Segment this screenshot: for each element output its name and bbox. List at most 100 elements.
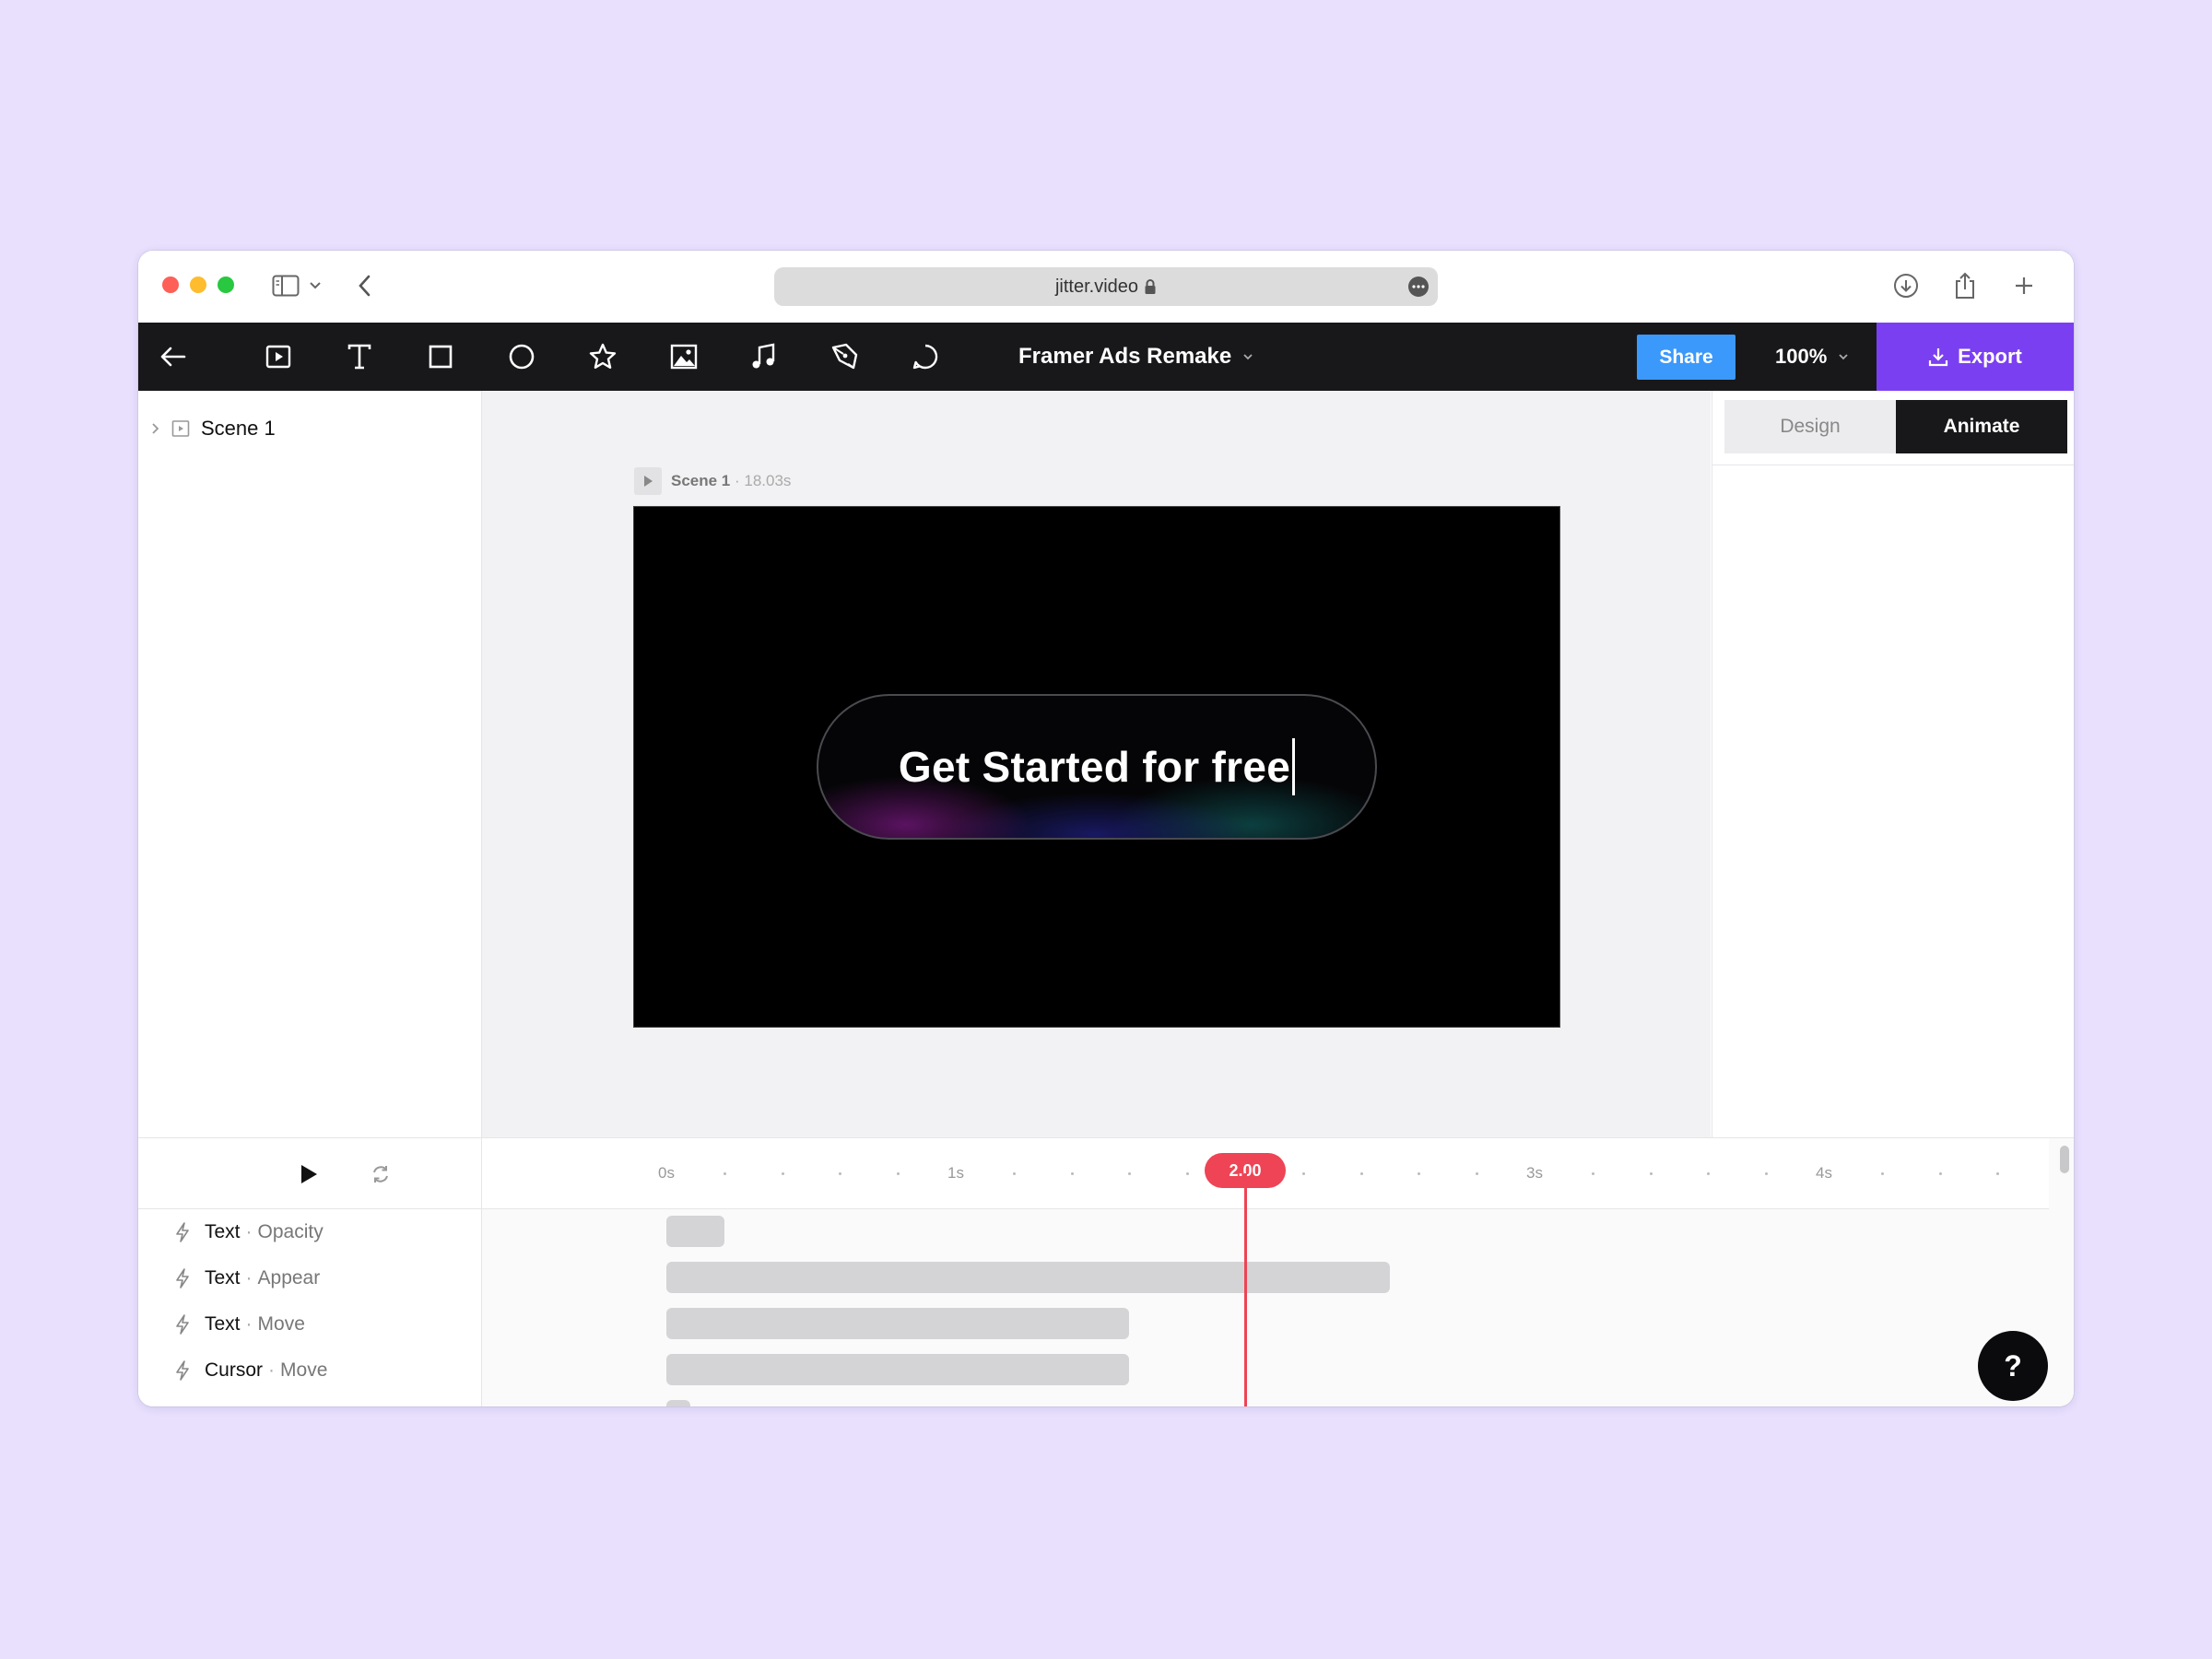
ruler-label: 4s bbox=[1816, 1164, 1832, 1182]
track-type: Appear bbox=[257, 1267, 321, 1288]
timeline-ruler[interactable]: 0s 1s 3s 4s 5s 2.00 bbox=[482, 1138, 2049, 1209]
app-toolbar: Framer Ads Remake Share 100% Export bbox=[138, 323, 2074, 391]
address-bar[interactable]: jitter.video bbox=[774, 267, 1438, 306]
ruler-tick bbox=[1649, 1172, 1653, 1175]
track-row[interactable]: Cursor · Move bbox=[175, 1357, 327, 1384]
track-target: Text bbox=[205, 1313, 241, 1335]
inspector-panel: Design Animate bbox=[1712, 391, 2074, 1137]
ruler-label: 0s bbox=[658, 1164, 675, 1182]
ruler-tick bbox=[897, 1172, 900, 1175]
help-button[interactable]: ? bbox=[1978, 1331, 2048, 1401]
minimize-window-button[interactable] bbox=[190, 276, 206, 293]
export-button[interactable]: Export bbox=[1877, 323, 2074, 391]
track-row[interactable]: Text · Opacity bbox=[175, 1218, 324, 1246]
close-window-button[interactable] bbox=[162, 276, 179, 293]
back-arrow-icon[interactable] bbox=[157, 340, 190, 373]
cta-pill[interactable]: Get Started for free bbox=[817, 694, 1377, 840]
pen-tool-icon[interactable] bbox=[828, 340, 861, 373]
share-button[interactable]: Share bbox=[1637, 335, 1735, 380]
timeline-panel: 0s 1s 3s 4s 5s 2.00 Text · Opacity Text … bbox=[138, 1137, 2074, 1406]
lightning-icon bbox=[175, 1268, 190, 1288]
scene-duration: · 18.03s bbox=[735, 472, 792, 489]
scene-icon bbox=[171, 419, 190, 438]
track-type: Move bbox=[257, 1313, 305, 1335]
document-title: Framer Ads Remake bbox=[1018, 344, 1232, 369]
track-row[interactable]: Text · Move bbox=[175, 1311, 305, 1338]
lock-icon bbox=[1144, 278, 1157, 295]
tab-design[interactable]: Design bbox=[1724, 400, 1896, 453]
ruler-tick bbox=[1359, 1172, 1363, 1175]
scene-tool-icon[interactable] bbox=[262, 340, 295, 373]
comment-tool-icon[interactable] bbox=[909, 340, 942, 373]
ruler-tick bbox=[781, 1172, 784, 1175]
timeline-scrollbar[interactable] bbox=[2060, 1146, 2069, 1173]
export-icon bbox=[1928, 347, 1948, 367]
scene-name: Scene 1 bbox=[671, 472, 731, 489]
ruler-label: 1s bbox=[947, 1164, 964, 1182]
ruler-tick bbox=[1996, 1172, 2000, 1175]
maximize-window-button[interactable] bbox=[218, 276, 234, 293]
track-separator: · bbox=[268, 1359, 276, 1381]
play-button[interactable] bbox=[295, 1160, 323, 1188]
browser-back-icon[interactable] bbox=[350, 271, 380, 300]
ruler-tick bbox=[1765, 1172, 1769, 1175]
inspector-tabs: Design Animate bbox=[1724, 400, 2067, 453]
cta-text[interactable]: Get Started for free bbox=[899, 742, 1290, 792]
ruler-tick bbox=[1128, 1172, 1132, 1175]
track-area[interactable] bbox=[482, 1209, 2049, 1406]
track-row[interactable]: Text · Appear bbox=[175, 1265, 320, 1292]
track-list: Text · Opacity Text · Appear Text · Move… bbox=[138, 1209, 482, 1406]
track-separator: · bbox=[245, 1221, 253, 1242]
playhead-line bbox=[1244, 1173, 1247, 1406]
ruler-tick bbox=[1938, 1172, 1942, 1175]
chevron-down-icon[interactable] bbox=[300, 271, 330, 300]
loop-icon[interactable] bbox=[367, 1160, 394, 1188]
animation-bar[interactable] bbox=[666, 1400, 690, 1406]
ruler-tick bbox=[1476, 1172, 1479, 1175]
scene-artboard[interactable]: Get Started for free bbox=[633, 506, 1560, 1028]
audio-tool-icon[interactable] bbox=[747, 340, 780, 373]
chevron-down-icon bbox=[1838, 353, 1849, 360]
tab-animate[interactable]: Animate bbox=[1896, 400, 2067, 453]
track-separator: · bbox=[245, 1313, 253, 1335]
ruler-tick bbox=[1186, 1172, 1190, 1175]
lightning-icon bbox=[175, 1360, 190, 1381]
ruler-label: 3s bbox=[1526, 1164, 1543, 1182]
document-title-menu[interactable]: Framer Ads Remake bbox=[1018, 323, 1253, 391]
animation-bar[interactable] bbox=[666, 1216, 724, 1247]
star-tool-icon[interactable] bbox=[586, 340, 619, 373]
animation-bar[interactable] bbox=[666, 1308, 1130, 1339]
rectangle-tool-icon[interactable] bbox=[424, 340, 457, 373]
ruler-tick bbox=[1012, 1172, 1016, 1175]
ruler-tick bbox=[1301, 1172, 1305, 1175]
layer-item-scene-1[interactable]: Scene 1 bbox=[151, 417, 276, 441]
image-tool-icon[interactable] bbox=[667, 340, 700, 373]
text-caret bbox=[1292, 738, 1296, 795]
play-scene-icon[interactable] bbox=[634, 467, 662, 495]
ruler-tick bbox=[723, 1172, 726, 1175]
zoom-menu[interactable]: 100% bbox=[1775, 323, 1849, 391]
track-target: Cursor bbox=[205, 1359, 264, 1381]
new-tab-icon[interactable] bbox=[2009, 271, 2039, 300]
ruler-tick bbox=[1707, 1172, 1711, 1175]
ruler-tick bbox=[1591, 1172, 1594, 1175]
zoom-level: 100% bbox=[1775, 345, 1828, 368]
layers-panel: Scene 1 bbox=[138, 391, 482, 1137]
share-sheet-icon[interactable] bbox=[1950, 271, 1980, 300]
ruler-tick bbox=[1880, 1172, 1884, 1175]
chevron-right-icon[interactable] bbox=[151, 422, 160, 435]
text-tool-icon[interactable] bbox=[343, 340, 376, 373]
canvas-area[interactable]: Scene 1 · 18.03s Get Started for free bbox=[482, 391, 1711, 1137]
ruler-tick bbox=[839, 1172, 842, 1175]
sidebar-toggle-icon[interactable] bbox=[271, 271, 300, 300]
track-type: Move bbox=[280, 1359, 328, 1381]
page-menu-icon[interactable] bbox=[1408, 276, 1429, 297]
animation-bar[interactable] bbox=[666, 1262, 1390, 1293]
url-text: jitter.video bbox=[1054, 276, 1139, 297]
download-icon[interactable] bbox=[1891, 271, 1921, 300]
track-type: Opacity bbox=[257, 1221, 324, 1242]
track-separator: · bbox=[245, 1267, 253, 1288]
ellipse-tool-icon[interactable] bbox=[505, 340, 538, 373]
lightning-icon bbox=[175, 1222, 190, 1242]
animation-bar[interactable] bbox=[666, 1354, 1130, 1385]
